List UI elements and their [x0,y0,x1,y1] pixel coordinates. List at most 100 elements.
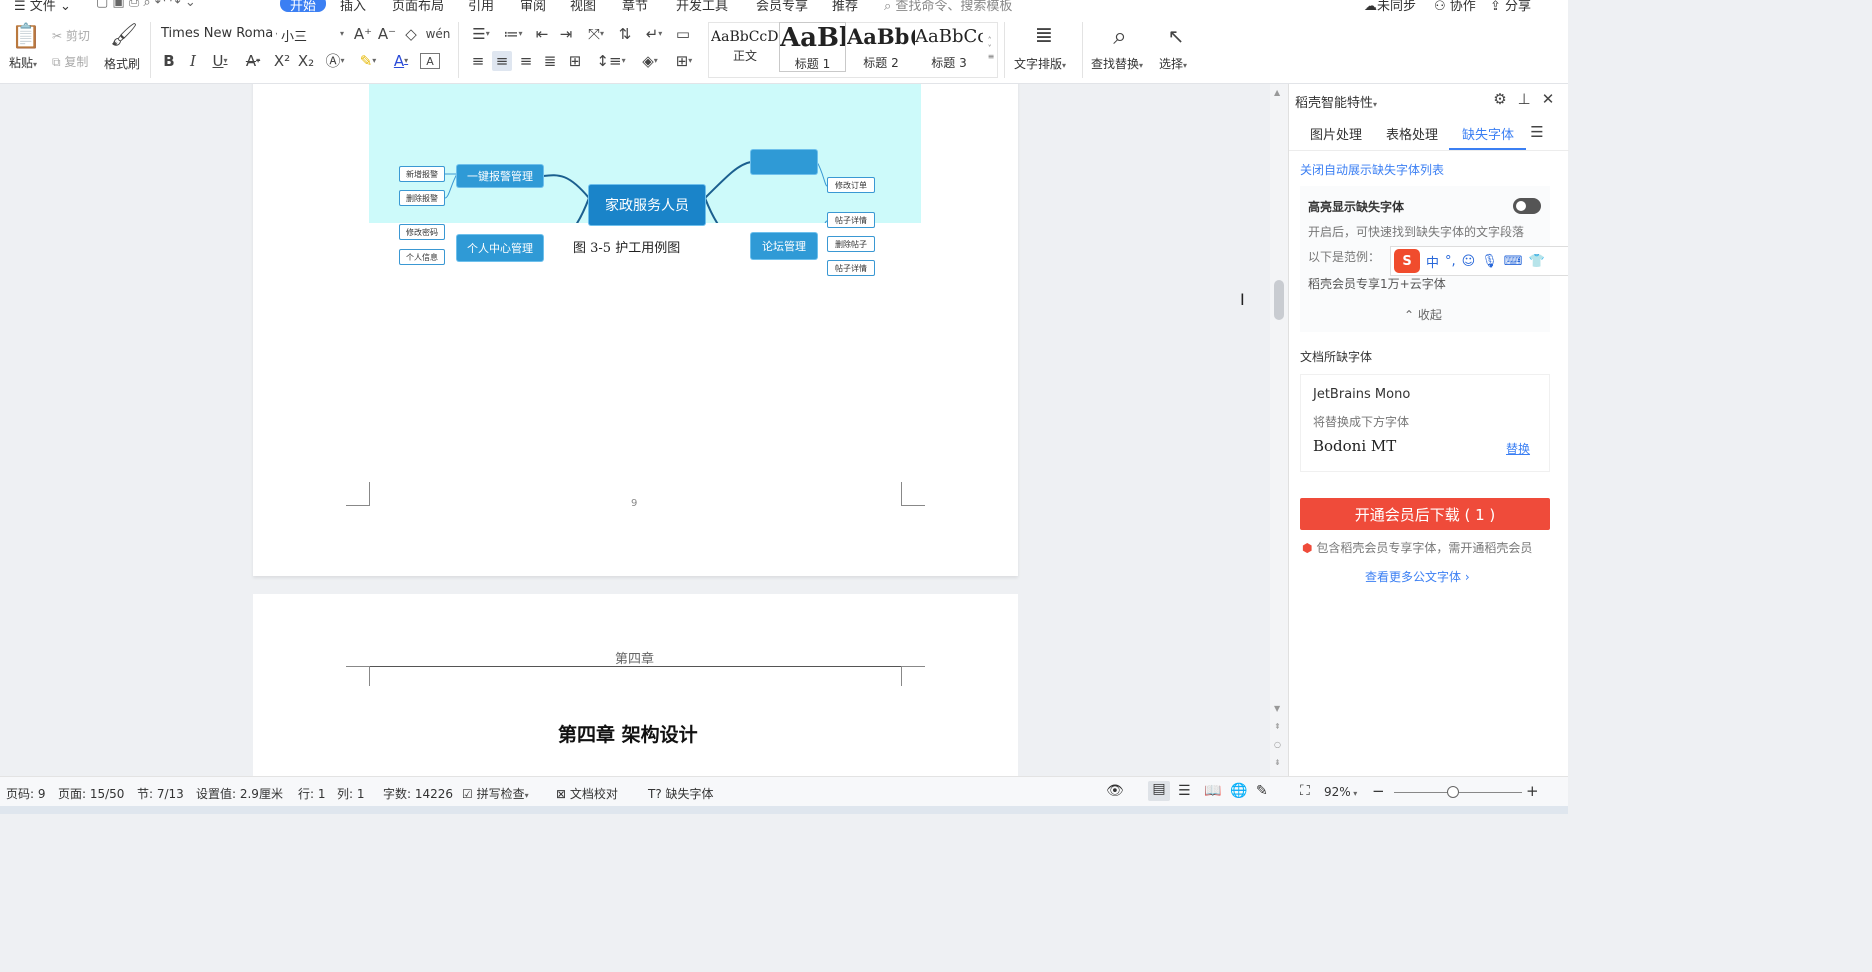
decrease-indent-icon[interactable]: ⇤ [532,25,552,43]
strikethrough-icon[interactable]: A ▾ [240,51,266,71]
tab-view[interactable]: 视图 [570,0,596,14]
close-icon[interactable]: ✕ [1539,90,1557,108]
status-row[interactable]: 行: 1 [298,785,326,802]
ime-emoji-icon[interactable]: ☺ [1462,254,1476,269]
tab-table-processing[interactable]: 表格处理 [1386,124,1438,143]
status-page[interactable]: 页面: 15/50 [58,785,124,802]
tab-layout[interactable]: 页面布局 [392,0,444,14]
align-center-icon[interactable]: ≡ [492,51,512,71]
web-view-icon[interactable]: 🌐 [1230,783,1247,799]
format-painter-button[interactable]: 格式刷 [104,55,140,72]
char-border-icon[interactable]: A [420,53,440,69]
shrink-font-icon[interactable]: A⁻ [378,25,396,43]
reading-view-icon[interactable]: 📖 [1204,783,1221,799]
tab-references[interactable]: 引用 [468,0,494,14]
spell-check-button[interactable]: ☑ 拼写检查▾ [462,785,529,802]
style-normal[interactable]: AaBbCcDd 正文 [711,22,779,72]
more-menu-icon[interactable]: ☰ [1529,124,1545,140]
font-name-select[interactable]: Times New Roma ▾ [158,23,278,45]
select-cursor-icon[interactable]: ↖ [1164,22,1188,50]
file-menu[interactable]: ☰ 文件 ⌄ [14,0,71,14]
zoom-select[interactable]: 92% ▾ [1324,785,1357,799]
prev-page-icon[interactable]: ⇞ [1274,722,1281,731]
vertical-scrollbar[interactable]: ▲ ▼ ⇞ ○ ⇟ [1270,84,1288,776]
cut-button[interactable]: ✂ 剪切 [52,27,90,44]
justify-icon[interactable]: ≣ [540,51,560,71]
paste-icon[interactable]: 📋 [11,22,41,50]
select-button[interactable]: 选择▾ [1159,55,1187,72]
sync-status[interactable]: ☁未同步 [1364,0,1416,14]
tab-recommend[interactable]: 推荐 [832,0,858,14]
collab-button[interactable]: ⚇ 协作 [1434,0,1476,14]
style-heading-3[interactable]: AaBbCc 标题 3 [915,22,983,72]
ruler-icon[interactable]: ▭ [672,25,694,43]
copy-button[interactable]: ⧉ 复制 [52,53,88,70]
highlight-toggle[interactable] [1513,198,1541,214]
paste-button[interactable]: 粘贴▾ [9,54,37,71]
tab-image-processing[interactable]: 图片处理 [1310,124,1362,143]
text-layout-button[interactable]: 文字排版▾ [1014,55,1066,72]
collapse-button[interactable]: ⌃ 收起 [1404,306,1442,323]
tab-missing-fonts[interactable]: 缺失字体 [1462,124,1514,143]
line-break-icon[interactable]: ↵ ▾ [640,25,668,43]
scroll-down-icon[interactable]: ▼ [1274,704,1280,713]
styles-scroll-icon[interactable]: ˄ ˅ ≡ [986,24,996,74]
line-spacing-icon[interactable]: ↕≡ ▾ [596,51,626,71]
close-auto-show-link[interactable]: 关闭自动展示缺失字体列表 [1300,161,1444,178]
ime-keyboard-icon[interactable]: ⌨ [1504,254,1523,269]
status-section[interactable]: 节: 7/13 [137,785,184,802]
chinese-layout-icon[interactable]: ⤧ ▾ [582,25,610,43]
more-fonts-link[interactable]: 查看更多公文字体 › [1365,568,1470,585]
scrollbar-thumb[interactable] [1274,280,1284,320]
status-page-code[interactable]: 页码: 9 [6,785,46,802]
distribute-icon[interactable]: ⊞ [564,51,586,71]
scroll-up-icon[interactable]: ▲ [1274,88,1280,97]
pin-icon[interactable]: ⊥ [1515,90,1533,108]
missing-font-status-button[interactable]: T? 缺失字体 [648,785,714,802]
format-painter-icon[interactable]: 🖌 [110,22,138,50]
zoom-out-icon[interactable]: − [1372,782,1385,800]
browse-object-icon[interactable]: ○ [1274,740,1281,749]
zoom-in-icon[interactable]: + [1526,782,1539,800]
ime-toolbar[interactable]: S 中 °, ☺ 🎙 ⌨ 👕 [1390,246,1568,276]
align-left-icon[interactable]: ≡ [468,51,488,71]
document-page[interactable]: 家政服务人员 一键报警管理 个人中心管理 论坛管理 新增报警 删除报警 修改密码… [253,84,1018,576]
ime-punctuation-icon[interactable]: °, [1445,254,1456,269]
font-color-icon[interactable]: A ▾ [388,51,414,71]
numbered-list-icon[interactable]: ≔ ▾ [500,25,526,43]
tab-developer[interactable]: 开发工具 [676,0,728,14]
italic-icon[interactable]: I [184,51,202,71]
tab-insert[interactable]: 插入 [340,0,366,14]
bold-icon[interactable]: B [160,51,178,71]
sort-icon[interactable]: ⇅ [616,25,634,43]
font-size-select[interactable]: 小三 ▾ [278,23,348,45]
subscript-icon[interactable]: X₂ [296,51,316,71]
eye-protection-icon[interactable]: 👁 [1106,783,1124,799]
download-member-button[interactable]: 开通会员后下载 ( 1 ) [1300,498,1550,530]
page-view-icon[interactable]: ▤ [1148,781,1170,801]
ime-chinese-mode-icon[interactable]: 中 [1426,252,1439,271]
clear-format-icon[interactable]: ◇ [402,25,420,43]
zoom-slider-thumb[interactable] [1446,786,1459,798]
tab-home[interactable]: 开始 [280,0,327,14]
ime-voice-icon[interactable]: 🎙 [1481,254,1498,269]
shading-icon[interactable]: ◈ ▾ [636,51,664,71]
panel-title[interactable]: 稻壳智能特性▾ [1295,92,1377,111]
command-search[interactable]: ⌕ 查找命令、搜索模板 [884,0,1012,14]
bullet-list-icon[interactable]: ☰ ▾ [468,25,494,43]
find-replace-button[interactable]: 查找替换▾ [1091,55,1143,72]
align-right-icon[interactable]: ≡ [516,51,536,71]
tab-review[interactable]: 审阅 [520,0,546,14]
underline-icon[interactable]: U ▾ [208,51,232,71]
ime-skin-icon[interactable]: 👕 [1529,254,1545,269]
outline-view-icon[interactable]: ☰ [1178,783,1191,799]
replace-button[interactable]: 替换 [1506,440,1530,457]
borders-icon[interactable]: ⊞ ▾ [670,51,698,71]
grow-font-icon[interactable]: A⁺ [354,25,372,43]
text-layout-icon[interactable]: ≣ [1030,22,1058,50]
phonetic-icon[interactable]: wén [426,25,451,43]
increase-indent-icon[interactable]: ⇥ [556,25,576,43]
document-page[interactable]: 第四章 第四章 架构设计 [253,594,1018,776]
status-word-count[interactable]: 字数: 14226 [383,785,453,802]
gear-icon[interactable]: ⚙ [1491,90,1509,108]
